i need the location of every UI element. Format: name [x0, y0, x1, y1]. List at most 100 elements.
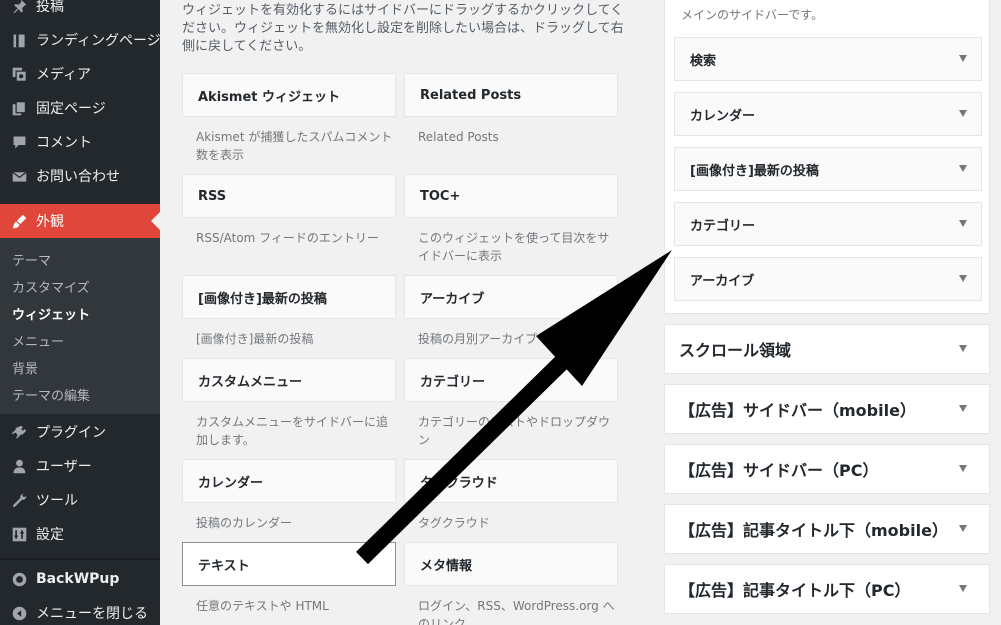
sidebar-widget-recent-posts[interactable]: [画像付き]最新の投稿 — [674, 147, 982, 191]
menu-item-users[interactable]: ユーザー — [0, 449, 160, 483]
menu-label: メニューを閉じる — [36, 606, 148, 622]
mail-icon — [10, 167, 28, 185]
menu-separator — [0, 558, 160, 560]
area-title: 【広告】サイドバー（PC） — [679, 461, 879, 480]
appearance-brush-icon — [10, 212, 28, 230]
widget-toc[interactable]: TOC+ — [404, 174, 618, 218]
menu-item-backwpup[interactable]: BackWPup — [0, 562, 160, 596]
area-title: スクロール領域 — [679, 341, 792, 360]
menu-label: 外観 — [36, 214, 64, 230]
plugin-icon — [10, 423, 28, 441]
menu-item-plugins[interactable]: プラグイン — [0, 415, 160, 449]
admin-menu: 投稿 ランディングページ メディア 固定ページ コメント お問い合わせ 外観 テ… — [0, 0, 161, 625]
widget-title: RSS — [198, 188, 227, 204]
widget-desc: Akismet が捕獲したスパムコメント数を表示 — [196, 130, 393, 162]
appearance-submenu: テーマ カスタマイズ ウィジェット メニュー 背景 テーマの編集 — [0, 238, 160, 414]
widget-meta[interactable]: メタ情報 — [404, 542, 618, 586]
menu-item-media[interactable]: メディア — [0, 57, 160, 91]
widget-title: テキスト — [198, 558, 250, 574]
caret-down-icon[interactable] — [959, 465, 967, 472]
sidebar-widget-calendar[interactable]: カレンダー — [674, 92, 982, 136]
sidebar-widget-archives[interactable]: アーカイブ — [674, 257, 982, 301]
menu-label: プラグイン — [36, 425, 106, 441]
menu-item-contact[interactable]: お問い合わせ — [0, 159, 160, 193]
widget-title: [画像付き]最新の投稿 — [198, 291, 327, 307]
menu-label: メディア — [36, 67, 92, 83]
widget-title: アーカイブ — [420, 291, 485, 307]
caret-down-icon[interactable] — [959, 220, 967, 227]
widget-desc: [画像付き]最新の投稿 — [196, 332, 314, 346]
submenu-item-theme-editor[interactable]: テーマの編集 — [12, 385, 90, 404]
caret-down-icon[interactable] — [959, 165, 967, 172]
widget-title: タグクラウド — [420, 475, 498, 491]
widget-area-ad-sidebar-mobile[interactable]: 【広告】サイドバー（mobile） — [664, 384, 990, 434]
widgets-page: ウィジェットを有効化するにはサイドバーにドラッグするかクリックしてください。ウィ… — [160, 0, 1001, 625]
sidebar-widget-categories[interactable]: カテゴリー — [674, 202, 982, 246]
widget-title: アーカイブ — [690, 273, 755, 289]
widget-area-ad-sidebar-pc[interactable]: 【広告】サイドバー（PC） — [664, 444, 990, 494]
widget-rss[interactable]: RSS — [182, 174, 396, 218]
sidebar-widget-search[interactable]: 検索 — [674, 37, 982, 81]
widget-title: カスタムメニュー — [198, 374, 303, 390]
menu-label: BackWPup — [36, 571, 120, 587]
caret-down-icon[interactable] — [959, 585, 967, 592]
settings-icon — [10, 525, 28, 543]
backwpup-icon — [10, 570, 28, 588]
menu-label: お問い合わせ — [36, 169, 120, 185]
widget-title: 検索 — [690, 53, 717, 69]
menu-item-settings[interactable]: 設定 — [0, 517, 160, 551]
widget-title: [画像付き]最新の投稿 — [690, 163, 819, 179]
widget-area-scroll[interactable]: スクロール領域 — [664, 324, 990, 374]
menu-item-pages[interactable]: 固定ページ — [0, 91, 160, 125]
main-sidebar-area[interactable]: メインのサイドバーです。 検索 カレンダー [画像付き]最新の投稿 カテゴリー … — [664, 0, 990, 314]
widget-desc: タグクラウド — [418, 516, 490, 530]
widget-desc: RSS/Atom フィードのエントリー — [196, 231, 379, 245]
menu-label: ランディングページ — [36, 33, 161, 49]
widget-area-ad-title-mobile[interactable]: 【広告】記事タイトル下（mobile） — [664, 504, 990, 554]
menu-label: ツール — [36, 493, 78, 509]
widget-title: TOC+ — [420, 188, 461, 204]
widget-title: メタ情報 — [420, 558, 473, 574]
menu-item-posts[interactable]: 投稿 — [0, 0, 160, 23]
widget-title: カレンダー — [198, 475, 264, 491]
menu-item-comments[interactable]: コメント — [0, 125, 160, 159]
widget-related-posts[interactable]: Related Posts — [404, 73, 618, 117]
submenu-item-menus[interactable]: メニュー — [12, 331, 64, 350]
widget-custom-menu[interactable]: カスタムメニュー — [182, 358, 396, 402]
media-icon — [10, 65, 28, 83]
menu-item-appearance[interactable]: 外観 — [0, 204, 160, 238]
widget-title: Akismet ウィジェット — [198, 89, 341, 105]
widget-text[interactable]: テキスト — [182, 542, 396, 586]
widget-area-ad-title-pc[interactable]: 【広告】記事タイトル下（PC） — [664, 564, 990, 614]
widget-title: Related Posts — [420, 87, 522, 103]
widget-categories[interactable]: カテゴリー — [404, 358, 618, 402]
caret-down-icon[interactable] — [959, 110, 967, 117]
menu-item-tools[interactable]: ツール — [0, 483, 160, 517]
area-title: 【広告】記事タイトル下（PC） — [679, 581, 911, 600]
caret-down-icon[interactable] — [959, 275, 967, 282]
area-title: 【広告】記事タイトル下（mobile） — [679, 521, 948, 540]
menu-item-collapse[interactable]: メニューを閉じる — [0, 596, 160, 625]
caret-down-icon[interactable] — [959, 55, 967, 62]
widget-title: カレンダー — [690, 108, 756, 124]
widget-desc: 任意のテキストや HTML — [196, 599, 329, 613]
widget-desc: カテゴリーのリストやドロップダウン — [418, 415, 611, 447]
submenu-item-themes[interactable]: テーマ — [12, 250, 51, 269]
widget-recent-posts-with-image[interactable]: [画像付き]最新の投稿 — [182, 275, 396, 319]
caret-down-icon[interactable] — [959, 345, 967, 352]
widget-tag-cloud[interactable]: タグクラウド — [404, 459, 618, 503]
widget-desc: Related Posts — [418, 130, 499, 144]
submenu-item-customize[interactable]: カスタマイズ — [12, 277, 90, 296]
widget-desc: カスタムメニューをサイドバーに追加します。 — [196, 415, 389, 447]
collapse-icon — [10, 604, 28, 622]
comment-icon — [10, 133, 28, 151]
widget-calendar[interactable]: カレンダー — [182, 459, 396, 503]
caret-down-icon[interactable] — [959, 405, 967, 412]
widget-desc: 投稿の月別アーカイブ — [418, 332, 538, 346]
submenu-item-widgets[interactable]: ウィジェット — [12, 304, 90, 323]
submenu-item-background[interactable]: 背景 — [12, 358, 38, 377]
widget-archives[interactable]: アーカイブ — [404, 275, 618, 319]
caret-down-icon[interactable] — [959, 525, 967, 532]
menu-item-landing-pages[interactable]: ランディングページ — [0, 23, 161, 57]
widget-akismet[interactable]: Akismet ウィジェット — [182, 73, 396, 117]
